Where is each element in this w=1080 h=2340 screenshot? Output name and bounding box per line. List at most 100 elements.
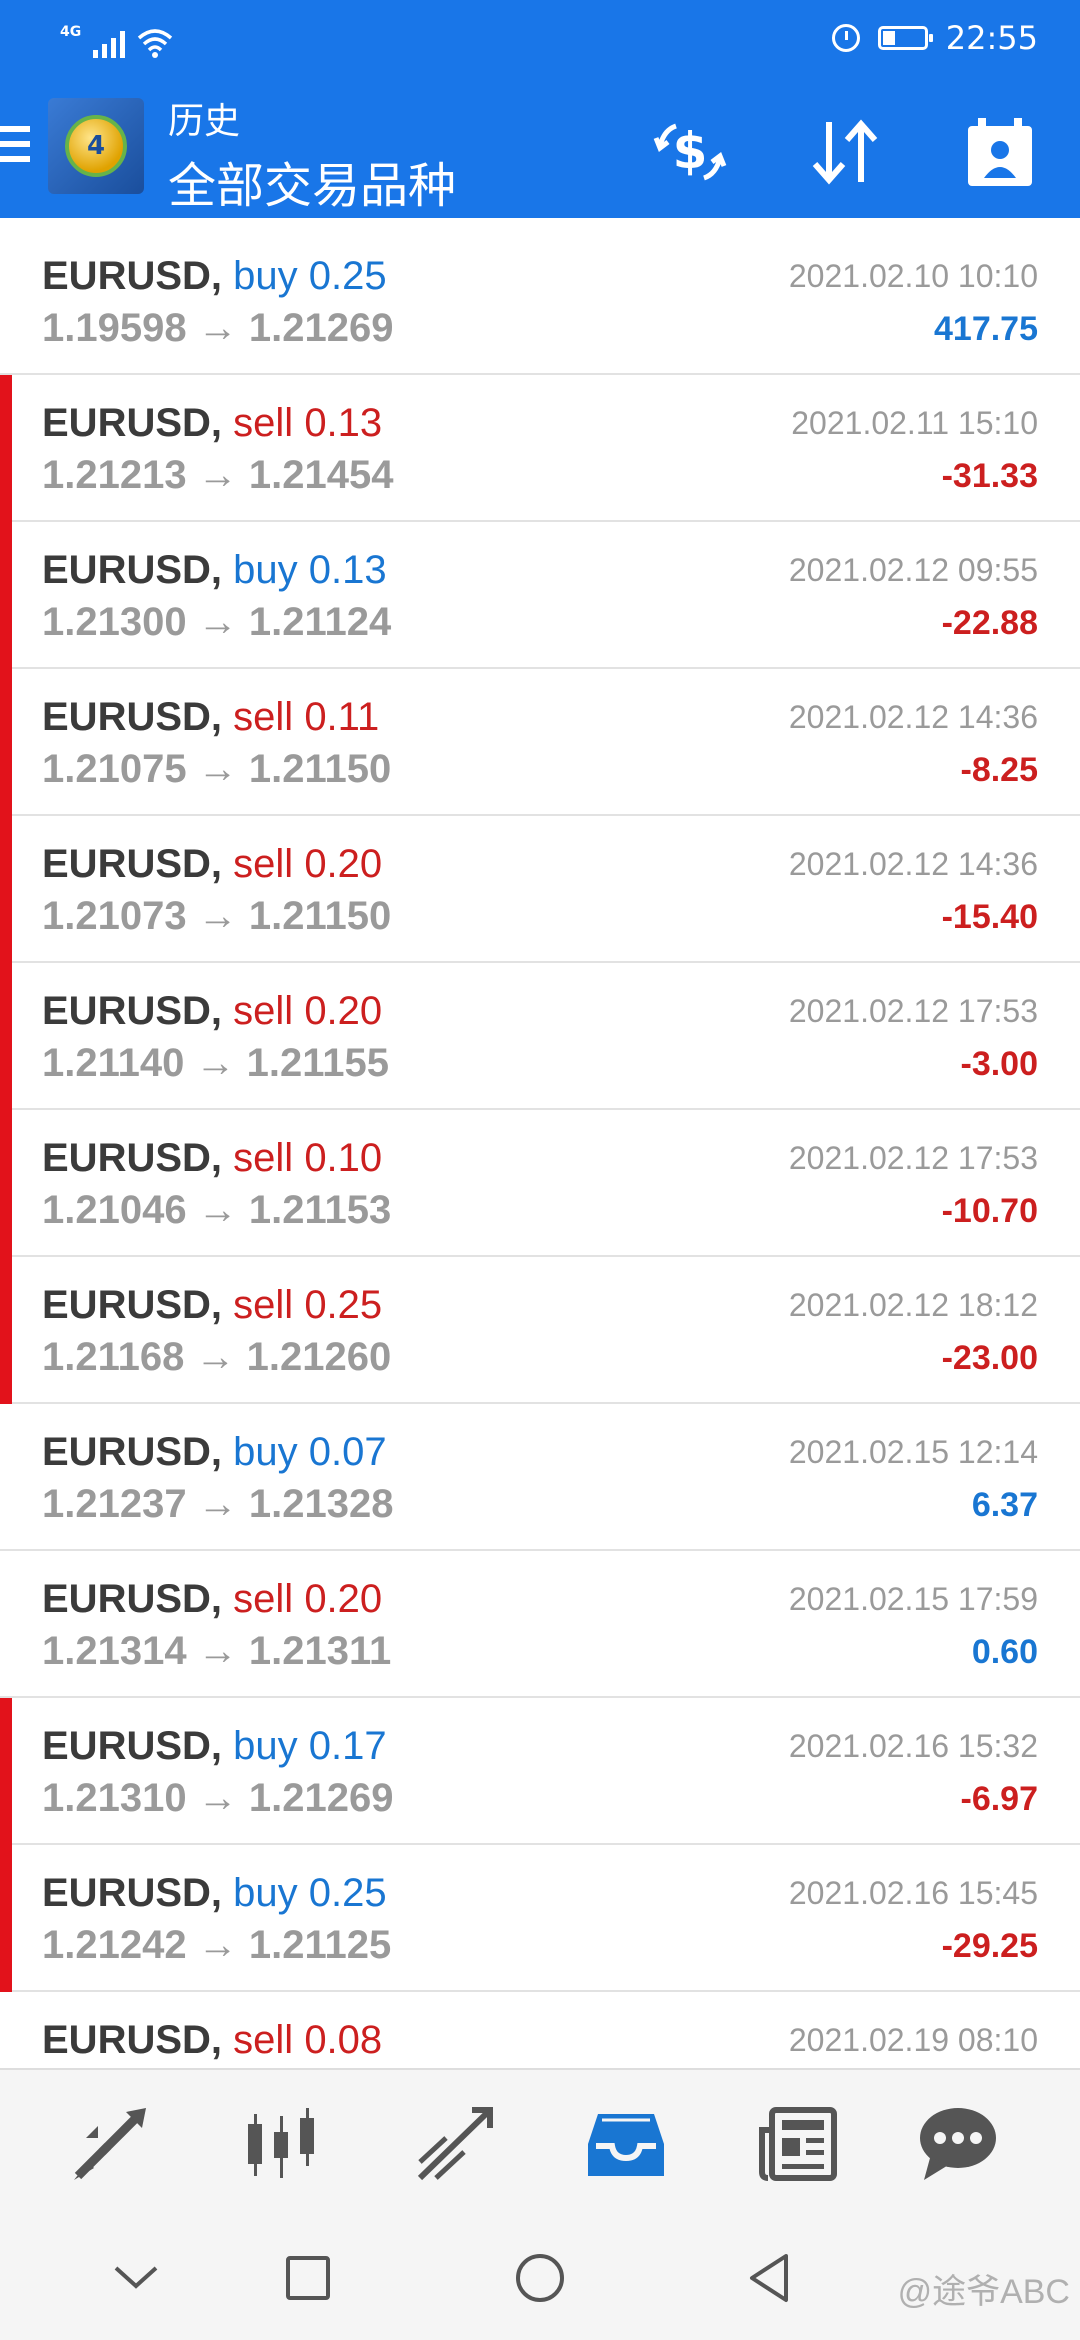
direction-text: buy (233, 548, 298, 592)
menu-icon[interactable] (0, 126, 30, 170)
inbox-tray-icon[interactable] (584, 2102, 668, 2186)
direction-text: sell (233, 401, 294, 445)
trade-row[interactable]: EURUSD, buy 0.17 1.21310 → 1.21269 2021.02… (0, 1698, 1080, 1845)
trade-direction: buy 0.13 (233, 548, 386, 592)
trade-direction: buy 0.07 (233, 1430, 386, 1474)
volume-text: 0.10 (304, 1136, 383, 1180)
trade-row[interactable]: EURUSD, buy 0.13 1.21300 → 1.21124 2021.02… (0, 522, 1080, 669)
candlestick-icon[interactable] (240, 2102, 324, 2186)
symbol-text: EURUSD, (42, 401, 223, 445)
trade-row[interactable]: EURUSD, sell 0.11 1.21075 → 1.21150 2021.0… (0, 669, 1080, 816)
trade-direction: sell 0.25 (233, 1283, 382, 1327)
trade-row[interactable]: EURUSD, sell 0.10 1.21046 → 1.21153 2021.0… (0, 1110, 1080, 1257)
signal-icon (93, 28, 126, 58)
open-price: 1.21213 (42, 453, 187, 497)
quotes-arrows-icon[interactable] (68, 2102, 152, 2186)
close-price: 1.21260 (246, 1335, 392, 1379)
direction-text: buy (233, 254, 298, 298)
close-price: 1.21150 (248, 747, 392, 791)
trade-profit: -8.25 (960, 751, 1039, 789)
symbol-text: EURUSD, (42, 1871, 223, 1915)
trade-direction: buy 0.17 (233, 1724, 386, 1768)
symbol-text: EURUSD, (42, 1283, 223, 1327)
arrow-icon: → (195, 1041, 236, 1085)
volume-text: 0.25 (308, 1871, 387, 1915)
trade-prices: 1.21213 → 1.21454 (42, 453, 393, 498)
svg-text:$: $ (673, 122, 708, 180)
trade-row[interactable]: EURUSD, buy 0.25 1.19598 → 1.21269 2021.02… (0, 228, 1080, 375)
home-circle-icon[interactable] (512, 2250, 568, 2306)
open-price: 1.21140 (42, 1041, 185, 1085)
trade-prices: 1.21237 → 1.21328 (42, 1482, 393, 1527)
recents-square-icon[interactable] (280, 2250, 336, 2306)
direction-text: buy (233, 1724, 298, 1768)
trade-profit: -29.25 (941, 1927, 1038, 1965)
trade-history-list: EURUSD, buy 0.25 1.19598 → 1.21269 2021.02… (0, 228, 1080, 2139)
open-price: 1.21075 (42, 747, 187, 791)
currency-exchange-icon[interactable]: $ (650, 112, 730, 192)
close-price: 1.21454 (248, 453, 394, 497)
symbol-filter[interactable]: 全部交易品种 (168, 146, 456, 216)
app-logo: 4 (48, 98, 144, 194)
symbol-text: EURUSD, (42, 1577, 223, 1621)
trade-row[interactable]: EURUSD, sell 0.20 1.21140 → 1.21155 2021.0… (0, 963, 1080, 1110)
trade-symbol: EURUSD, sell 0.20 (42, 842, 382, 887)
sort-icon[interactable] (805, 112, 885, 192)
close-price: 1.21269 (248, 306, 394, 350)
trade-row[interactable]: EURUSD, sell 0.13 1.21213 → 1.21454 2021.0… (0, 375, 1080, 522)
arrow-icon: → (195, 1335, 236, 1379)
arrow-icon: → (197, 1629, 238, 1673)
arrow-icon: → (197, 453, 238, 497)
open-price: 1.21073 (42, 894, 187, 938)
close-price: 1.21328 (248, 1482, 394, 1526)
trade-symbol: EURUSD, buy 0.13 (42, 548, 387, 593)
volume-text: 0.25 (304, 1283, 383, 1327)
trend-lines-icon[interactable] (412, 2102, 496, 2186)
open-price: 1.21300 (42, 600, 187, 644)
trade-prices: 1.21310 → 1.21269 (42, 1776, 393, 1821)
status-left: 4G (60, 18, 173, 58)
calendar-icon[interactable] (960, 112, 1040, 192)
symbol-text: EURUSD, (42, 548, 223, 592)
trade-direction: sell 0.20 (233, 1577, 382, 1621)
arrow-icon: → (197, 894, 238, 938)
trade-prices: 1.21046 → 1.21153 (42, 1188, 391, 1233)
back-triangle-icon[interactable] (742, 2250, 798, 2306)
trade-symbol: EURUSD, buy 0.25 (42, 1871, 387, 1916)
trade-time: 2021.02.12 14:36 (788, 846, 1038, 882)
trade-row[interactable]: EURUSD, sell 0.20 1.21073 → 1.21150 2021.0… (0, 816, 1080, 963)
trade-profit: 0.60 (971, 1633, 1038, 1671)
direction-text: buy (233, 1430, 298, 1474)
chat-bubble-icon[interactable] (916, 2102, 1000, 2186)
trade-row[interactable]: EURUSD, sell 0.25 1.21168 → 1.21260 2021.0… (0, 1257, 1080, 1404)
watermark: @途爷ABC (897, 2273, 1070, 2311)
trade-symbol: EURUSD, sell 0.25 (42, 1283, 382, 1328)
trade-symbol: EURUSD, buy 0.17 (42, 1724, 387, 1769)
trade-profit: -10.70 (941, 1192, 1038, 1230)
open-price: 1.19598 (42, 306, 187, 350)
close-price: 1.21155 (246, 1041, 390, 1085)
newspaper-icon[interactable] (756, 2102, 840, 2186)
trade-symbol: EURUSD, sell 0.13 (42, 401, 382, 446)
bottom-tab-bar (0, 2068, 1080, 2214)
direction-text: buy (233, 1871, 298, 1915)
direction-text: sell (233, 842, 294, 886)
direction-text: sell (233, 989, 294, 1033)
trade-symbol: EURUSD, sell 0.11 (42, 695, 379, 740)
trade-direction: sell 0.20 (233, 989, 382, 1033)
trade-time: 2021.02.15 17:59 (788, 1581, 1038, 1617)
trade-prices: 1.19598 → 1.21269 (42, 306, 393, 351)
trade-row[interactable]: EURUSD, buy 0.25 1.21242 → 1.21125 2021.02… (0, 1845, 1080, 1992)
open-price: 1.21237 (42, 1482, 187, 1526)
logo-coin: 4 (65, 115, 127, 177)
arrow-icon: → (197, 1776, 238, 1820)
trade-row[interactable]: EURUSD, sell 0.20 1.21314 → 1.21311 2021.0… (0, 1551, 1080, 1698)
trade-row[interactable]: EURUSD, buy 0.07 1.21237 → 1.21328 2021.02… (0, 1404, 1080, 1551)
close-price: 1.21125 (248, 1923, 392, 1967)
trade-time: 2021.02.16 15:45 (788, 1875, 1038, 1911)
page-title: 历史 (168, 101, 241, 142)
chevron-down-icon[interactable] (108, 2250, 164, 2306)
symbol-text: EURUSD, (42, 842, 223, 886)
trade-direction: sell 0.08 (233, 2018, 382, 2062)
direction-text: sell (233, 2018, 294, 2062)
